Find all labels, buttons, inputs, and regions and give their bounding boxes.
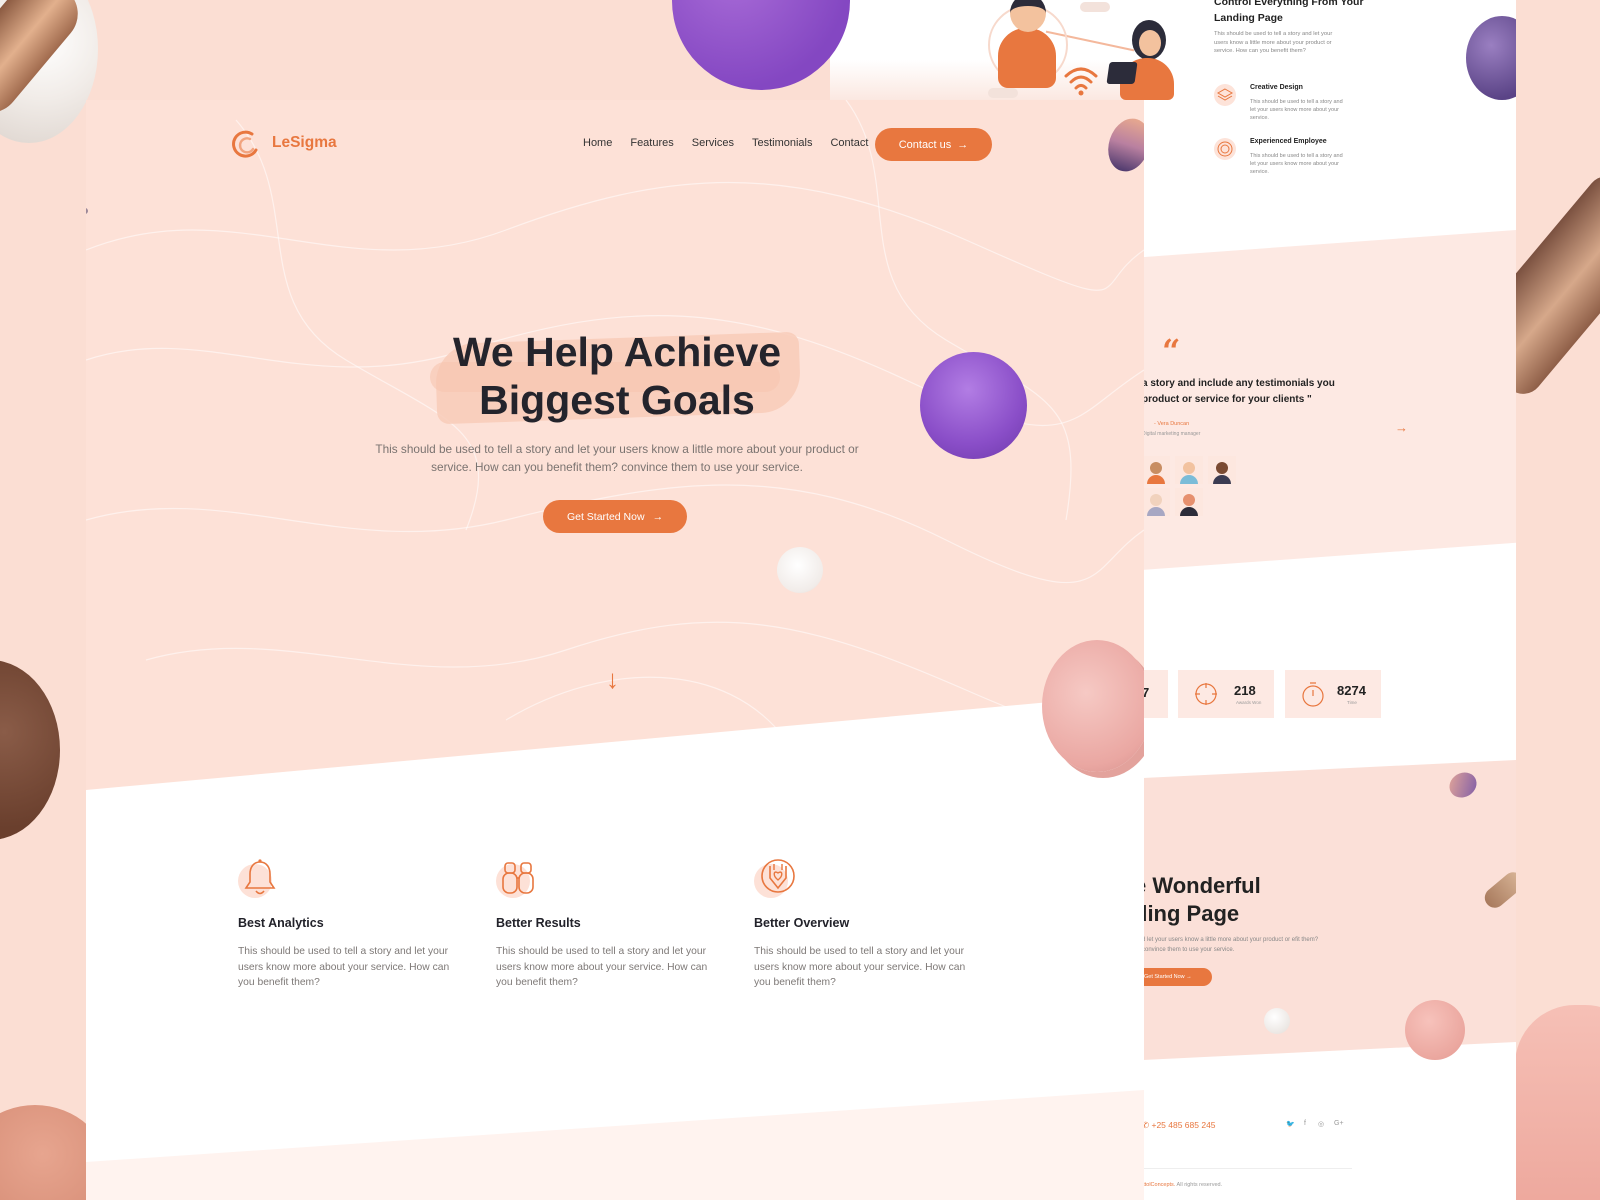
main-nav: Home Features Services Testimonials Cont… (583, 137, 868, 149)
feature-description: This should be used to tell a story and … (238, 946, 450, 988)
footer-band (86, 1090, 1144, 1200)
phone-text: +25 485 685 245 (1151, 1120, 1216, 1130)
wifi-icon (1064, 67, 1098, 96)
feature-title: Best Analytics (238, 916, 324, 930)
testimonial-author: - Vera Duncan (1154, 421, 1190, 427)
main-landing-page: LeSigma Home Features Services Testimoni… (86, 100, 1144, 1200)
preview-hero-desc: d let your users know a little more abou… (1142, 937, 1319, 953)
footer-brand[interactable]: ittolConcepts. (1142, 1182, 1175, 1188)
illustration-woman-face (1139, 30, 1161, 56)
avatar[interactable] (1208, 456, 1236, 484)
crosshair-icon (1195, 683, 1217, 705)
nav-item-testimonials[interactable]: Testimonials (752, 137, 813, 149)
arrow-right-icon: → (957, 138, 969, 151)
nav-item-home[interactable]: Home (583, 137, 612, 149)
avatar[interactable] (1142, 488, 1170, 516)
preview-hero-title-line: ding Page (1142, 901, 1240, 926)
logo-icon[interactable] (232, 130, 260, 158)
stat-card: 218 Awards Won (1178, 670, 1274, 718)
button-label: Get Started Now (1144, 974, 1185, 980)
stat-card: 8274 Time (1285, 670, 1381, 718)
nav-item-contact[interactable]: Contact (830, 137, 868, 149)
hero-title: We Help Achieve Biggest Goals (326, 328, 908, 424)
instagram-icon[interactable]: ◎ (1318, 1120, 1324, 1128)
bell-icon (238, 858, 278, 898)
avatar[interactable] (1175, 456, 1203, 484)
decorative-sphere (672, 0, 850, 90)
scroll-down-icon[interactable]: ↓ (606, 666, 619, 692)
preview-feature-title: Creative Design (1250, 84, 1303, 91)
feature-title: Better Results (496, 916, 581, 930)
testimonial-quote: a story and include any testimonials you… (1142, 378, 1335, 405)
phone-number[interactable]: ✆ +25 485 685 245 (1142, 1120, 1216, 1131)
decorative-sphere (920, 352, 1027, 459)
preview-get-started-button[interactable]: Get Started Now → (1142, 968, 1212, 986)
quote-icon: “ (1162, 332, 1181, 370)
hero-title-line: Biggest Goals (479, 377, 755, 423)
twitter-icon[interactable]: 🐦 (1286, 1120, 1295, 1128)
avatar[interactable] (1142, 456, 1170, 484)
footer-rights: All rights reserved. (1175, 1182, 1223, 1188)
stat-card: 7 (1142, 670, 1168, 718)
hero-description: This should be used to tell a story and … (375, 442, 859, 474)
decorative-disc (1405, 1000, 1465, 1060)
layers-icon (1214, 84, 1236, 106)
feature-description: This should be used to tell a story and … (754, 946, 966, 988)
laptop-icon (1106, 62, 1138, 84)
button-label: Get Started Now (566, 510, 645, 523)
nav-item-features[interactable]: Features (630, 137, 673, 149)
cloud-icon (988, 88, 1018, 98)
preview-hero-title: e Wonderful ding Page (1142, 872, 1334, 928)
stat-label: Awards Won (1236, 700, 1262, 705)
binoculars-icon (496, 858, 536, 898)
get-started-button[interactable]: Get Started Now → (543, 500, 687, 533)
shield-heart-icon (754, 858, 795, 898)
decorative-shape (1515, 1005, 1600, 1200)
stat-value: 218 (1234, 683, 1256, 698)
avatar[interactable] (1175, 488, 1203, 516)
decorative-sphere (1466, 16, 1516, 100)
button-label: Contact us (898, 138, 952, 151)
brand-name[interactable]: LeSigma (272, 134, 337, 152)
preview-hero-title-line: e Wonderful (1142, 873, 1261, 898)
decorative-disc (1042, 640, 1144, 772)
target-icon (1214, 138, 1236, 160)
stat-value: 8274 (1337, 683, 1366, 698)
facebook-icon[interactable]: f (1304, 1120, 1306, 1127)
preview-section-desc: This should be used to tell a story and … (1214, 31, 1333, 54)
decorative-sphere (1264, 1008, 1290, 1034)
arrow-right-icon: → (652, 510, 664, 523)
footer-divider (1142, 1168, 1352, 1169)
feature-title: Better Overview (754, 916, 850, 930)
preview-page-right: Control Everything From Your Landing Pag… (1142, 0, 1516, 1200)
stopwatch-icon (1302, 682, 1324, 707)
preview-section-title: Control Everything From Your Landing Pag… (1214, 0, 1364, 24)
preview-feature-desc: This should be used to tell a story and … (1250, 99, 1343, 121)
decorative-sphere (777, 547, 823, 593)
illustration-man (998, 28, 1056, 88)
decorative-shape (0, 660, 60, 840)
next-arrow-icon[interactable]: → (1395, 420, 1408, 435)
preview-feature-desc: This should be used to tell a story and … (1250, 153, 1343, 175)
footer-copyright: ittolConcepts. All rights reserved. (1142, 1182, 1222, 1188)
stat-label: Time (1347, 700, 1357, 705)
preview-feature-title: Experienced Employee (1250, 138, 1327, 145)
feature-description: This should be used to tell a story and … (496, 946, 708, 988)
nav-item-services[interactable]: Services (692, 137, 734, 149)
hero-title-line: We Help Achieve (452, 329, 782, 375)
cloud-icon (1080, 2, 1110, 12)
google-plus-icon[interactable]: G+ (1334, 1120, 1344, 1127)
testimonial-role: Digital marketing manager (1142, 431, 1201, 437)
contact-us-button[interactable]: Contact us → (875, 128, 992, 161)
